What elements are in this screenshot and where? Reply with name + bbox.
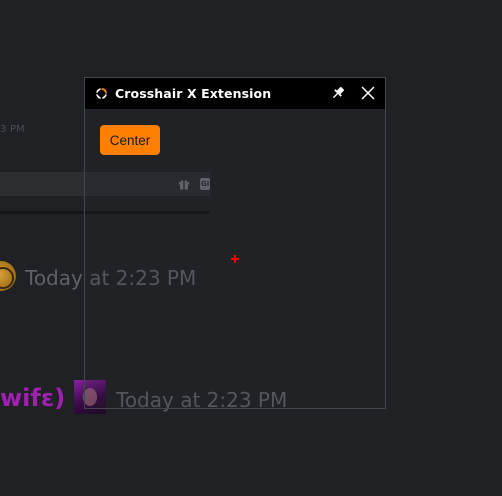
crosshair-logo-icon — [95, 87, 108, 100]
pin-icon[interactable] — [330, 85, 346, 101]
message-timestamp: 3 PM — [0, 124, 25, 135]
crosshair-extension-window[interactable]: Crosshair X Extension Center — [84, 77, 386, 409]
center-button[interactable]: Center — [100, 125, 160, 155]
window-titlebar[interactable]: Crosshair X Extension — [85, 78, 385, 109]
window-title: Crosshair X Extension — [115, 86, 272, 101]
crosshair-icon — [231, 255, 239, 263]
username[interactable]: wifɛ) — [0, 384, 65, 412]
close-icon[interactable] — [360, 85, 376, 101]
